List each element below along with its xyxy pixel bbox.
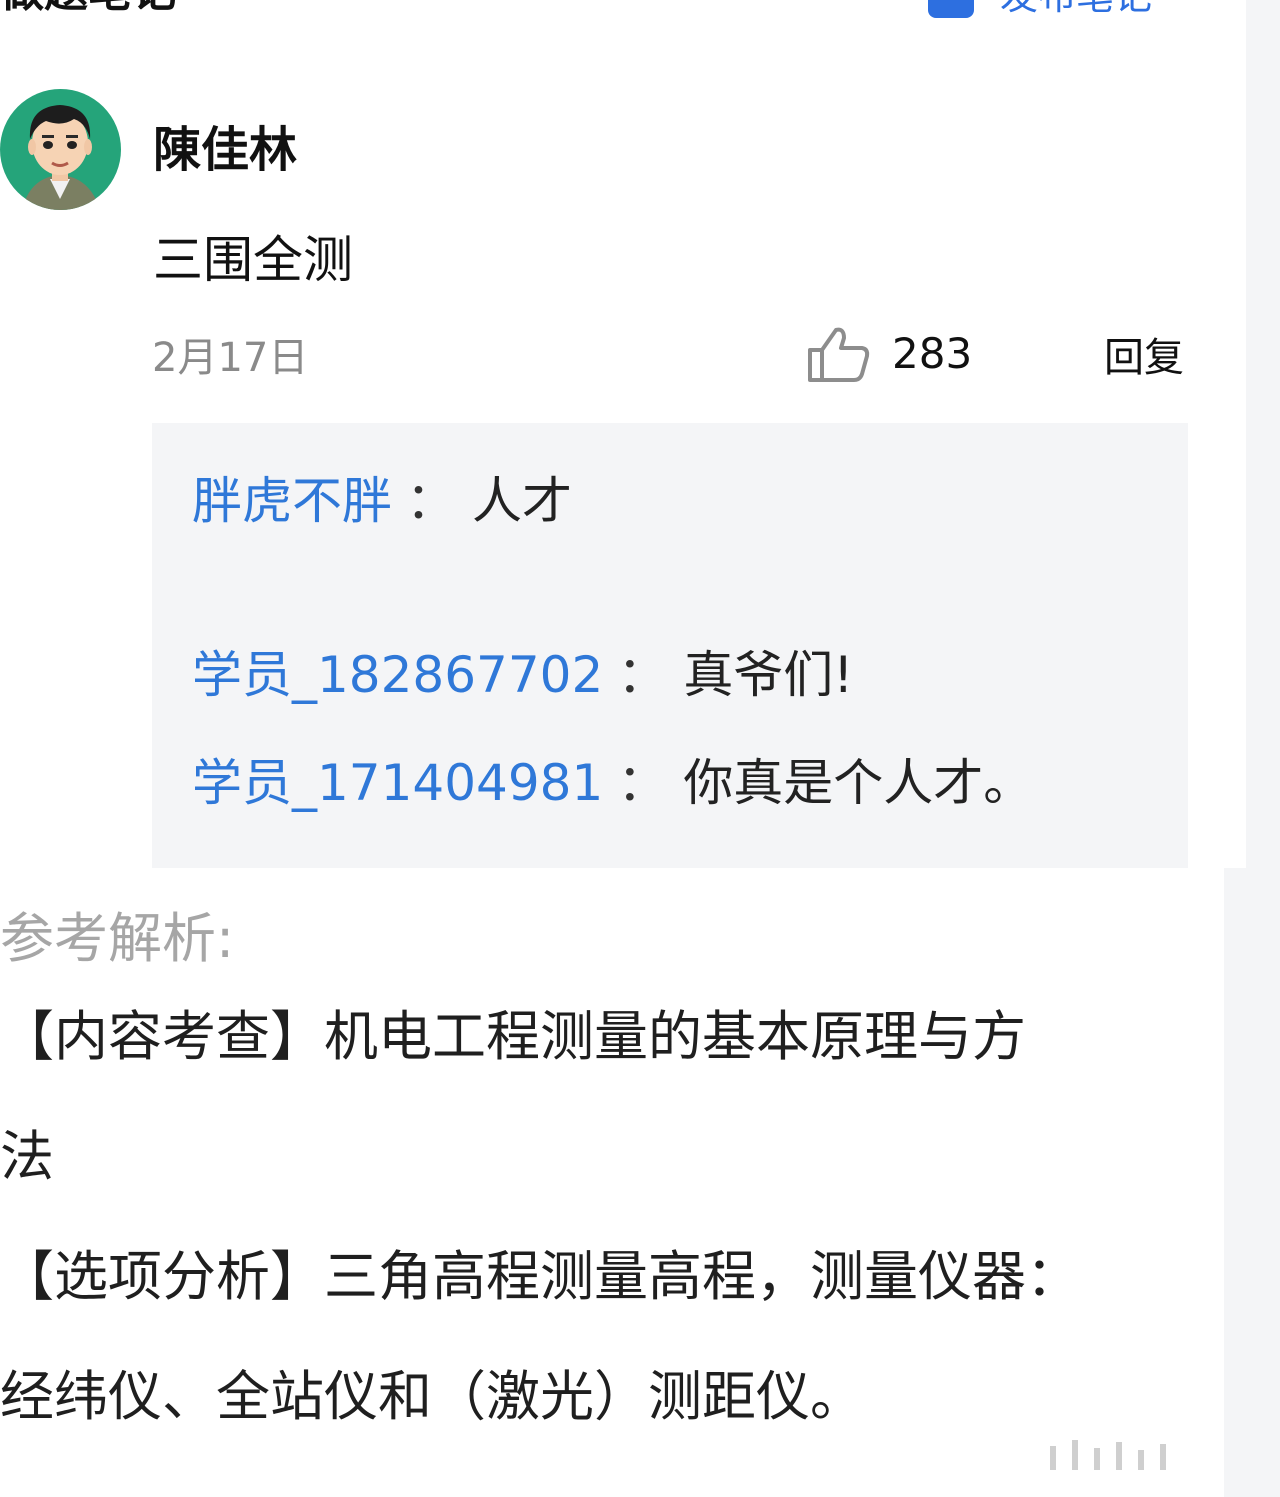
- avatar[interactable]: [0, 89, 121, 210]
- thumbs-up-icon: [808, 327, 870, 382]
- reply-item: 学员_171404981： 你真是个人才。: [192, 751, 1033, 815]
- note-date: 2月17日: [152, 335, 309, 381]
- page-title: 做题笔记: [0, 0, 176, 18]
- right-edge-strip-lower: [1224, 868, 1280, 1497]
- reply-button[interactable]: 回复: [1104, 330, 1184, 386]
- like-count: 283: [892, 329, 973, 378]
- analysis-line: 法: [0, 1125, 54, 1188]
- note-content: 三围全测: [153, 231, 353, 289]
- reply-text: 真爷们!: [683, 646, 854, 704]
- reply-item: 学员_182867702： 真爷们!: [192, 643, 853, 707]
- analysis-line: 经纬仪、全站仪和（激光）测距仪。: [0, 1365, 864, 1428]
- reply-author[interactable]: 学员_171404981: [192, 754, 603, 812]
- reply-text: 人才: [472, 472, 572, 530]
- publish-note-label: 发布笔记: [1000, 0, 1152, 20]
- reply-separator: ：: [617, 646, 668, 704]
- reply-item: 胖虎不胖： 人才: [192, 469, 572, 533]
- reply-separator: ：: [406, 472, 456, 530]
- like-button[interactable]: 283: [806, 324, 972, 384]
- reply-separator: ：: [617, 754, 668, 812]
- author-name[interactable]: 陳佳林: [153, 118, 297, 182]
- analysis-title: 参考解析:: [0, 907, 235, 970]
- reply-author[interactable]: 学员_182867702: [192, 646, 603, 704]
- analysis-line: 【内容考查】机电工程测量的基本原理与方: [0, 1005, 1026, 1068]
- reply-author[interactable]: 胖虎不胖: [192, 472, 392, 530]
- edit-note-icon: [926, 0, 982, 18]
- analysis-line: 【选项分析】三角高程测量高程，测量仪器：: [0, 1245, 1080, 1308]
- avatar-face-icon: [22, 105, 100, 210]
- reply-list: 胖虎不胖：人才 学员_182867702：真爷们! 学员_171404981：你…: [152, 423, 1188, 868]
- watermark: [1050, 1440, 1166, 1470]
- publish-note-button[interactable]: 发布笔记: [926, 0, 1152, 18]
- reply-text: 你真是个人才。: [683, 754, 1034, 812]
- right-edge-strip: [1246, 0, 1280, 868]
